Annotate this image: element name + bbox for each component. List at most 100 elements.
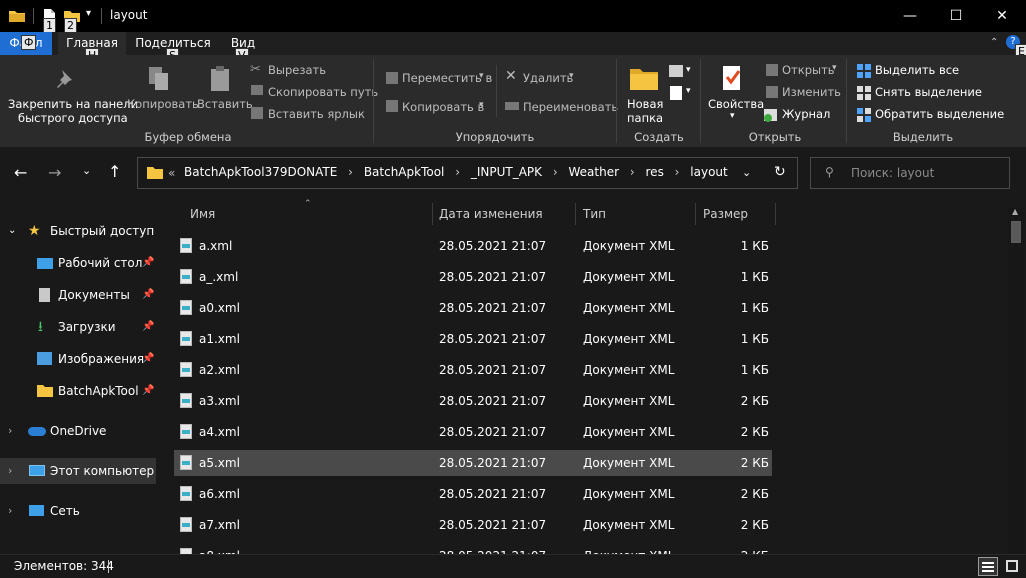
pin-icon[interactable]: 📌 (142, 378, 154, 404)
group-label-open: Открыть (748, 130, 802, 144)
breadcrumb-chevron-icon[interactable]: › (675, 165, 680, 179)
back-icon[interactable]: ← (14, 163, 27, 182)
pin-icon[interactable]: 📌 (142, 314, 154, 340)
file-name: a2.xml (199, 363, 240, 377)
collapse-ribbon-icon[interactable]: ⌃ (990, 37, 998, 48)
table-row[interactable]: a.xml 28.05.2021 21:07 Документ XML 1 КБ (174, 233, 772, 259)
nav-item-this-pc[interactable]: › Этот компьютер (0, 458, 156, 484)
breadcrumb-item[interactable]: BatchApkTool (364, 165, 445, 179)
breadcrumb-item[interactable]: res (646, 165, 664, 179)
table-row[interactable]: a3.xml 28.05.2021 21:07 Документ XML 2 КБ (174, 388, 772, 414)
breadcrumb-item[interactable]: Weather (569, 165, 620, 179)
overflow-crumb[interactable]: « (168, 166, 175, 180)
move-to-dropdown-icon: ▾ (479, 71, 484, 81)
search-icon: ⚲ (825, 165, 834, 179)
forward-icon[interactable]: → (48, 163, 61, 182)
large-icons-view-button[interactable] (1003, 557, 1023, 576)
table-row[interactable]: a5.xml 28.05.2021 21:07 Документ XML 2 КБ (174, 450, 772, 476)
file-name: a1.xml (199, 332, 240, 346)
nav-item-desktop[interactable]: Рабочий стол 📌 (0, 250, 158, 276)
file-size: 1 КБ (740, 363, 769, 377)
column-header-date[interactable]: Дата изменения (439, 199, 573, 229)
xml-file-icon-mark (182, 399, 190, 403)
file-type: Документ XML (583, 425, 675, 439)
refresh-icon[interactable]: ↻ (774, 164, 786, 180)
table-row[interactable]: a0.xml 28.05.2021 21:07 Документ XML 1 КБ (174, 295, 772, 321)
file-name: a7.xml (199, 518, 240, 532)
breadcrumb-chevron-icon[interactable]: › (348, 165, 353, 179)
status-bar: Элементов: 344 (0, 554, 1026, 578)
up-icon[interactable]: ↑ (108, 162, 121, 181)
nav-item-quick-access[interactable]: ⌄ ★ Быстрый доступ (0, 218, 158, 244)
table-row[interactable]: a7.xml 28.05.2021 21:07 Документ XML 2 КБ (174, 512, 772, 538)
pin-icon[interactable]: 📌 (142, 250, 154, 276)
file-name: a8.xml (199, 543, 240, 554)
xml-file-icon-mark (182, 306, 190, 310)
breadcrumb-item[interactable]: layout (690, 165, 727, 179)
table-row[interactable]: a_.xml 28.05.2021 21:07 Документ XML 1 КБ (174, 264, 772, 290)
column-header-size[interactable]: Размер (703, 199, 773, 229)
minimize-button[interactable]: — (887, 0, 933, 32)
breadcrumb-chevron-icon[interactable]: › (630, 165, 635, 179)
navigation-pane: ⌄ ★ Быстрый доступ Рабочий стол 📌 Докуме… (0, 199, 158, 554)
nav-item-downloads[interactable]: ⭳ Загрузки 📌 (0, 314, 158, 340)
expand-chevron-icon[interactable]: ⌄ (8, 218, 16, 244)
documents-icon (39, 288, 50, 302)
breadcrumb-item[interactable]: _INPUT_APK (471, 165, 542, 179)
file-type: Документ XML (583, 270, 675, 284)
nav-item-pictures[interactable]: Изображения 📌 (0, 346, 158, 372)
ribbon-tabs: Файл Ф Главная H Поделиться S Вид V ⌃ ? … (0, 32, 1026, 63)
breadcrumb-item[interactable]: BatchApkTool379DONATE (184, 165, 337, 179)
close-button[interactable]: ✕ (979, 0, 1025, 32)
maximize-button[interactable]: ☐ (933, 0, 979, 32)
file-date: 28.05.2021 21:07 (439, 270, 547, 284)
history-icon (764, 109, 777, 122)
nav-item-batchapktool[interactable]: BatchApkTool 📌 (0, 378, 158, 404)
expand-chevron-icon[interactable]: › (8, 418, 12, 444)
nav-label: Изображения (58, 352, 145, 366)
xml-file-icon-mark (182, 523, 190, 527)
breadcrumb-chevron-icon[interactable]: › (455, 165, 460, 179)
column-header-name[interactable]: Имя (190, 199, 430, 229)
table-row[interactable]: a8.xml 28.05.2021 21:07 Документ XML 2 КБ (174, 543, 772, 554)
recent-locations-icon[interactable]: ⌄ (82, 164, 91, 177)
details-view-button[interactable] (978, 557, 998, 576)
expand-chevron-icon[interactable]: › (8, 458, 12, 484)
column-divider[interactable] (432, 203, 433, 225)
file-size: 1 КБ (740, 332, 769, 346)
column-header-type[interactable]: Тип (583, 199, 693, 229)
xml-file-icon-mark (182, 368, 190, 372)
address-dropdown-icon[interactable]: ⌄ (742, 166, 751, 179)
nav-item-onedrive[interactable]: › OneDrive (0, 418, 158, 444)
pin-icon[interactable]: 📌 (142, 346, 154, 372)
nav-item-network[interactable]: › Сеть (0, 498, 158, 524)
folder-icon (147, 167, 163, 179)
table-row[interactable]: a1.xml 28.05.2021 21:07 Документ XML 1 КБ (174, 326, 772, 352)
scroll-up-icon[interactable]: ▲ (1012, 207, 1018, 216)
table-row[interactable]: a2.xml 28.05.2021 21:07 Документ XML 1 КБ (174, 357, 772, 383)
scrollbar-thumb[interactable] (1011, 221, 1021, 243)
vertical-scrollbar[interactable]: ▲ (1008, 207, 1024, 554)
search-box[interactable]: ⚲ Поиск: layout (810, 157, 1010, 189)
pin-icon[interactable]: 📌 (142, 282, 154, 308)
table-row[interactable]: a4.xml 28.05.2021 21:07 Документ XML 2 КБ (174, 419, 772, 445)
nav-label: Сеть (50, 504, 80, 518)
table-row[interactable]: a6.xml 28.05.2021 21:07 Документ XML 2 КБ (174, 481, 772, 507)
history-label: Журнал (782, 107, 831, 121)
column-divider[interactable] (775, 203, 776, 225)
expand-chevron-icon[interactable]: › (8, 498, 12, 524)
item-count: Элементов: 344 (14, 559, 114, 573)
breadcrumb-chevron-icon[interactable]: › (553, 165, 558, 179)
column-header-label: Дата изменения (439, 207, 543, 221)
file-size: 2 КБ (740, 456, 769, 470)
ribbon-divider (373, 59, 374, 143)
move-to-icon (386, 72, 398, 84)
title-divider (101, 8, 102, 24)
address-bar[interactable]: « BatchApkTool379DONATE › BatchApkTool ›… (137, 157, 798, 189)
column-divider[interactable] (575, 203, 576, 225)
customize-quick-access-icon[interactable]: ▾ (86, 8, 91, 19)
nav-item-documents[interactable]: Документы 📌 (0, 282, 158, 308)
column-divider[interactable] (695, 203, 696, 225)
search-placeholder: Поиск: layout (851, 166, 935, 180)
paste-shortcut-label: Вставить ярлык (268, 107, 365, 121)
